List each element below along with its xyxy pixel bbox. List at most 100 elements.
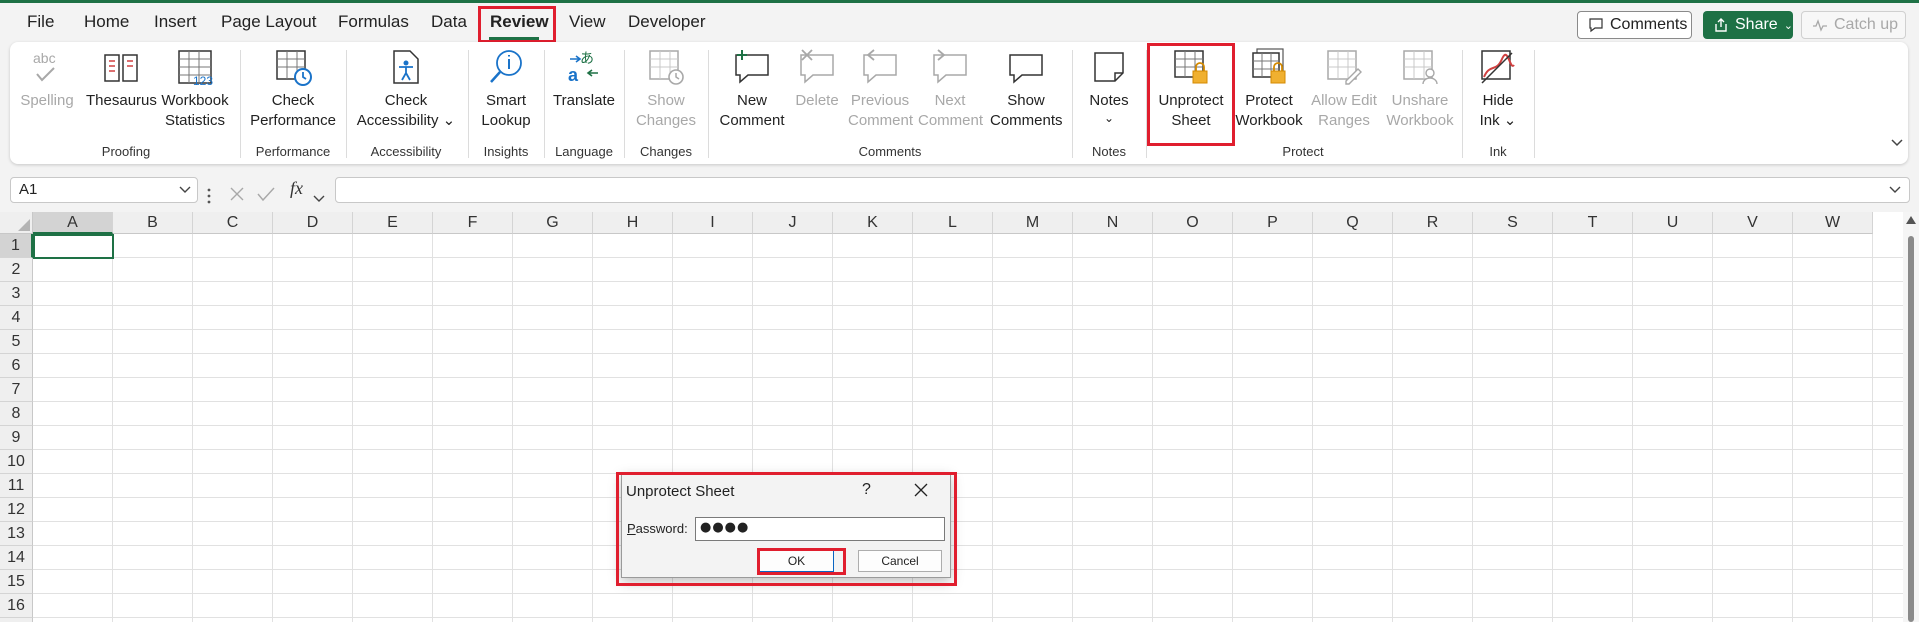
column-header-t[interactable]: T	[1553, 212, 1633, 234]
cancel-x-icon[interactable]	[228, 181, 246, 207]
column-header-k[interactable]: K	[833, 212, 913, 234]
column-header-m[interactable]: M	[993, 212, 1073, 234]
row-header-6[interactable]: 6	[0, 354, 33, 378]
allow-edit-ranges-button[interactable]: Allow Edit Ranges	[1308, 47, 1380, 131]
hide-ink-button[interactable]: Hide Ink ⌄	[1472, 47, 1524, 131]
ribbon-tab-bar: File Home Insert Page Layout Formulas Da…	[0, 3, 1919, 41]
row-header-1[interactable]: 1	[0, 234, 33, 258]
row-header-9[interactable]: 9	[0, 426, 33, 450]
row-header-8[interactable]: 8	[0, 402, 33, 426]
tab-page-layout[interactable]: Page Layout	[221, 12, 316, 32]
tab-data[interactable]: Data	[431, 12, 467, 32]
row-header-13[interactable]: 13	[0, 522, 33, 546]
check-performance-button[interactable]: Check Performance	[250, 47, 336, 131]
column-header-u[interactable]: U	[1633, 212, 1713, 234]
check-accessibility-button[interactable]: Check Accessibility ⌄	[356, 47, 456, 131]
row-header-12[interactable]: 12	[0, 498, 33, 522]
row-header-17[interactable]: 17	[0, 618, 33, 622]
insert-function-button[interactable]: fx	[290, 178, 303, 199]
column-header-b[interactable]: B	[113, 212, 193, 234]
column-header-w[interactable]: W	[1793, 212, 1873, 234]
row-header-14[interactable]: 14	[0, 546, 33, 570]
unshare-workbook-button[interactable]: Unshare Workbook	[1384, 47, 1456, 131]
spelling-button[interactable]: abc Spelling	[20, 47, 74, 111]
smart-lookup-button[interactable]: Smart Lookup	[478, 47, 534, 131]
delete-comment-button[interactable]: Delete	[790, 47, 844, 111]
show-changes-label-2: Changes	[635, 112, 697, 129]
scroll-up-arrow-icon[interactable]	[1906, 216, 1916, 224]
row-header-7[interactable]: 7	[0, 378, 33, 402]
row-header-2[interactable]: 2	[0, 258, 33, 282]
share-button[interactable]: Share ⌄	[1703, 11, 1793, 39]
name-box[interactable]: A1	[10, 177, 198, 203]
previous-comment-button[interactable]: Previous Comment	[848, 47, 913, 131]
column-header-h[interactable]: H	[593, 212, 673, 234]
tab-file[interactable]: File	[27, 12, 54, 32]
row-header-10[interactable]: 10	[0, 450, 33, 474]
row-header-4[interactable]: 4	[0, 306, 33, 330]
group-separator	[708, 50, 709, 158]
column-header-r[interactable]: R	[1393, 212, 1473, 234]
column-header-e[interactable]: E	[353, 212, 433, 234]
scrollbar-thumb[interactable]	[1908, 236, 1914, 622]
row-header-11[interactable]: 11	[0, 474, 33, 498]
delete-comment-label: Delete	[795, 92, 839, 109]
row-header-16[interactable]: 16	[0, 594, 33, 618]
new-comment-button[interactable]: New Comment	[718, 47, 786, 131]
tab-view[interactable]: View	[569, 12, 606, 32]
column-header-f[interactable]: F	[433, 212, 513, 234]
accessibility-icon	[393, 50, 419, 84]
column-header-s[interactable]: S	[1473, 212, 1553, 234]
catch-up-button[interactable]: Catch up	[1801, 11, 1906, 39]
translate-button[interactable]: あ a Translate	[553, 47, 615, 111]
column-header-o[interactable]: O	[1153, 212, 1233, 234]
show-changes-button[interactable]: Show Changes	[634, 47, 698, 131]
tab-developer[interactable]: Developer	[628, 12, 706, 32]
svg-text:abc: abc	[33, 50, 56, 66]
row-header-5[interactable]: 5	[0, 330, 33, 354]
previous-comment-icon	[863, 49, 897, 84]
column-header-l[interactable]: L	[913, 212, 993, 234]
tab-insert[interactable]: Insert	[154, 12, 197, 32]
column-header-i[interactable]: I	[673, 212, 753, 234]
show-comments-label-2: Comments	[990, 112, 1063, 129]
comments-button[interactable]: Comments	[1577, 11, 1692, 39]
column-header-p[interactable]: P	[1233, 212, 1313, 234]
smart-lookup-label-1: Smart	[485, 92, 526, 109]
name-box-value: A1	[19, 181, 38, 198]
row-header-3[interactable]: 3	[0, 282, 33, 306]
workbook-statistics-button[interactable]: 123 Workbook Statistics	[160, 47, 230, 131]
chevron-down-icon[interactable]	[313, 186, 325, 212]
chevron-down-icon[interactable]	[179, 186, 191, 194]
notes-button[interactable]: Notes ⌄	[1082, 47, 1136, 125]
column-header-d[interactable]: D	[273, 212, 353, 234]
enter-check-icon[interactable]	[256, 181, 276, 207]
worksheet-grid[interactable]: ABCDEFGHIJKLMNOPQRSTUVW 1 2 3 4 5 6 7 8 9 10 11 12 1…	[0, 212, 1919, 622]
tab-home[interactable]: Home	[84, 12, 129, 32]
column-header-q[interactable]: Q	[1313, 212, 1393, 234]
show-comments-button[interactable]: Show Comments	[990, 47, 1063, 131]
cell-area[interactable]	[33, 234, 1913, 622]
protect-workbook-label-2: Workbook	[1235, 112, 1303, 129]
thesaurus-label: Thesaurus	[86, 92, 157, 109]
formula-input[interactable]	[335, 177, 1910, 203]
active-cell-a1[interactable]	[33, 234, 114, 259]
column-header-j[interactable]: J	[753, 212, 833, 234]
protect-workbook-button[interactable]: Protect Workbook	[1234, 47, 1304, 131]
expand-formula-bar-icon[interactable]	[1889, 186, 1901, 194]
tab-formulas[interactable]: Formulas	[338, 12, 409, 32]
group-label-comments: Comments	[858, 144, 922, 159]
row-header-15[interactable]: 15	[0, 570, 33, 594]
column-header-v[interactable]: V	[1713, 212, 1793, 234]
vertical-scrollbar[interactable]	[1903, 212, 1919, 622]
vertical-ellipsis-icon[interactable]	[206, 183, 212, 209]
column-header-c[interactable]: C	[193, 212, 273, 234]
column-header-a[interactable]: A	[33, 212, 113, 234]
column-header-g[interactable]: G	[513, 212, 593, 234]
select-all-corner[interactable]	[0, 212, 33, 234]
group-separator	[346, 50, 347, 158]
column-header-n[interactable]: N	[1073, 212, 1153, 234]
thesaurus-button[interactable]: Thesaurus	[86, 47, 157, 111]
next-comment-button[interactable]: Next Comment	[918, 47, 983, 131]
ribbon-collapse-chevron-icon[interactable]	[1890, 138, 1904, 148]
